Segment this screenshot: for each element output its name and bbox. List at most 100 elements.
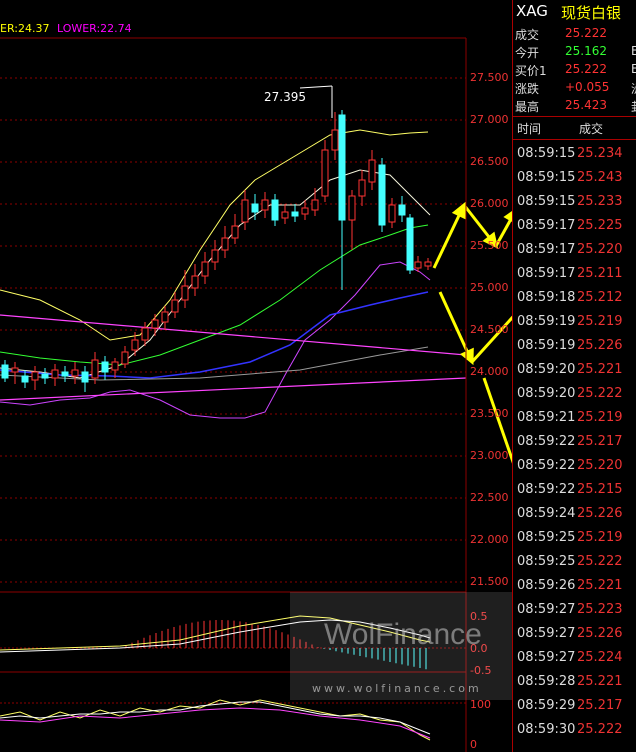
candle-up [388, 204, 396, 223]
tick-price: 25.220 [577, 242, 623, 257]
tick-time: 08:59:27 [517, 602, 576, 617]
candle-up [261, 199, 269, 211]
tick-time: 08:59:24 [517, 506, 576, 521]
tick-row[interactable]: 08:59:30 25.222 [513, 722, 636, 746]
candle-up [201, 261, 209, 277]
quote-panel: XAG 现货白银 成交 25.222 今开 25.162 Е 买价1 25.222 Ε 涨跌 +0… [512, 0, 636, 752]
tick-row[interactable]: 08:59:27 25.226 [513, 626, 636, 650]
watermark-url: www.wolfinance.com [312, 682, 482, 695]
price-tick-label: 25.000 [470, 281, 509, 294]
tick-price: 25.243 [577, 170, 623, 185]
price-grid [0, 37, 466, 583]
candle-up [31, 371, 39, 381]
ma-line-green [0, 224, 429, 366]
arrow-head [459, 347, 474, 366]
quote-value: 25.423 [565, 98, 607, 112]
candle-down [1, 364, 9, 379]
tick-price: 25.226 [577, 506, 623, 521]
tick-row[interactable]: 08:59:22 25.217 [513, 434, 636, 458]
upper-indicator-label: ER:24.37 LOWER:22.74 [0, 22, 132, 35]
quote-truncated: 洲 [631, 80, 636, 97]
lower-band-line [0, 261, 431, 419]
tick-row[interactable]: 08:59:17 25.211 [513, 266, 636, 290]
tick-row[interactable]: 08:59:15 25.234 [513, 146, 636, 170]
tick-row[interactable]: 08:59:25 25.219 [513, 530, 636, 554]
lower-value: LOWER:22.74 [56, 22, 132, 35]
tick-row[interactable]: 08:59:27 25.223 [513, 602, 636, 626]
upper-value: ER:24.37 [0, 22, 50, 35]
tick-row[interactable]: 08:59:19 25.219 [513, 314, 636, 338]
price-tick-label: 22.500 [470, 491, 509, 504]
tick-time: 08:59:27 [517, 626, 576, 641]
tick-price: 25.211 [577, 266, 623, 281]
tick-row[interactable]: 08:59:15 25.233 [513, 194, 636, 218]
quote-value: 25.222 [565, 62, 607, 76]
candle-down [81, 371, 89, 383]
tick-time: 08:59:21 [517, 410, 576, 425]
tick-price: 25.221 [577, 674, 623, 689]
instrument-name: 现货白银 [561, 4, 622, 22]
watermark: WolFinance www.wolfinance.com [290, 592, 512, 700]
tick-price: 25.215 [577, 482, 623, 497]
trend-line-magenta-2 [0, 377, 467, 401]
tick-row[interactable]: 08:59:21 25.219 [513, 410, 636, 434]
osc-axis-bottom: 0 [470, 738, 477, 751]
price-tick-label: 26.500 [470, 155, 509, 168]
tick-row[interactable]: 08:59:17 25.220 [513, 242, 636, 266]
tick-time: 08:59:28 [517, 674, 576, 689]
tick-row[interactable]: 08:59:24 25.226 [513, 506, 636, 530]
tick-time: 08:59:19 [517, 338, 576, 353]
osc-line-yellow [0, 699, 431, 741]
candle-down [338, 114, 346, 221]
price-tick-label: 23.000 [470, 449, 509, 462]
tick-row[interactable]: 08:59:26 25.221 [513, 578, 636, 602]
candle-down [271, 199, 279, 221]
tick-row[interactable]: 08:59:18 25.212 [513, 290, 636, 314]
tick-price: 25.234 [577, 146, 623, 161]
osc-line-magenta [0, 707, 431, 739]
price-tick-label: 21.500 [470, 575, 509, 588]
tick-price: 25.224 [577, 650, 623, 665]
tick-time: 08:59:22 [517, 458, 576, 473]
tick-time: 08:59:30 [517, 722, 576, 737]
tick-price: 25.221 [577, 362, 623, 377]
tick-row[interactable]: 08:59:29 25.217 [513, 698, 636, 722]
tick-time: 08:59:22 [517, 482, 576, 497]
tick-price: 25.226 [577, 626, 623, 641]
candle-up [301, 207, 309, 215]
candle-up [11, 367, 19, 373]
tick-row[interactable]: 08:59:22 25.220 [513, 458, 636, 482]
tick-header: 时间 成交 [513, 116, 636, 140]
tick-time: 08:59:17 [517, 266, 576, 281]
tick-time: 08:59:29 [517, 698, 576, 713]
candle-up [414, 261, 422, 269]
watermark-title: WolFinance [324, 618, 482, 651]
candle-up [231, 225, 239, 239]
candle-down [21, 375, 29, 383]
candle-up [71, 369, 79, 377]
quote-row: 今开 25.162 Е [513, 44, 636, 60]
candle-down [61, 371, 69, 377]
candle-up [321, 149, 329, 197]
tick-price: 25.217 [577, 434, 623, 449]
tick-header-price: 成交 [579, 122, 604, 136]
tick-time: 08:59:15 [517, 146, 576, 161]
tick-price: 25.220 [577, 458, 623, 473]
candle-up [111, 361, 119, 371]
tick-row[interactable]: 08:59:20 25.221 [513, 362, 636, 386]
quote-label: 成交 [515, 28, 540, 42]
tick-time: 08:59:25 [517, 530, 576, 545]
tick-row[interactable]: 08:59:15 25.243 [513, 170, 636, 194]
candle-up [241, 199, 249, 223]
chart-area[interactable]: ER:24.37 LOWER:22.74 27.395 27.500 27.000… [0, 0, 512, 752]
tick-row[interactable]: 08:59:22 25.215 [513, 482, 636, 506]
tick-row[interactable]: 08:59:17 25.225 [513, 218, 636, 242]
tick-row[interactable]: 08:59:28 25.221 [513, 674, 636, 698]
tick-row[interactable]: 08:59:25 25.222 [513, 554, 636, 578]
tick-row[interactable]: 08:59:20 25.222 [513, 386, 636, 410]
candle-up [191, 275, 199, 289]
tick-price: 25.233 [577, 194, 623, 209]
tick-time: 08:59:17 [517, 218, 576, 233]
tick-row[interactable]: 08:59:27 25.224 [513, 650, 636, 674]
tick-row[interactable]: 08:59:19 25.226 [513, 338, 636, 362]
